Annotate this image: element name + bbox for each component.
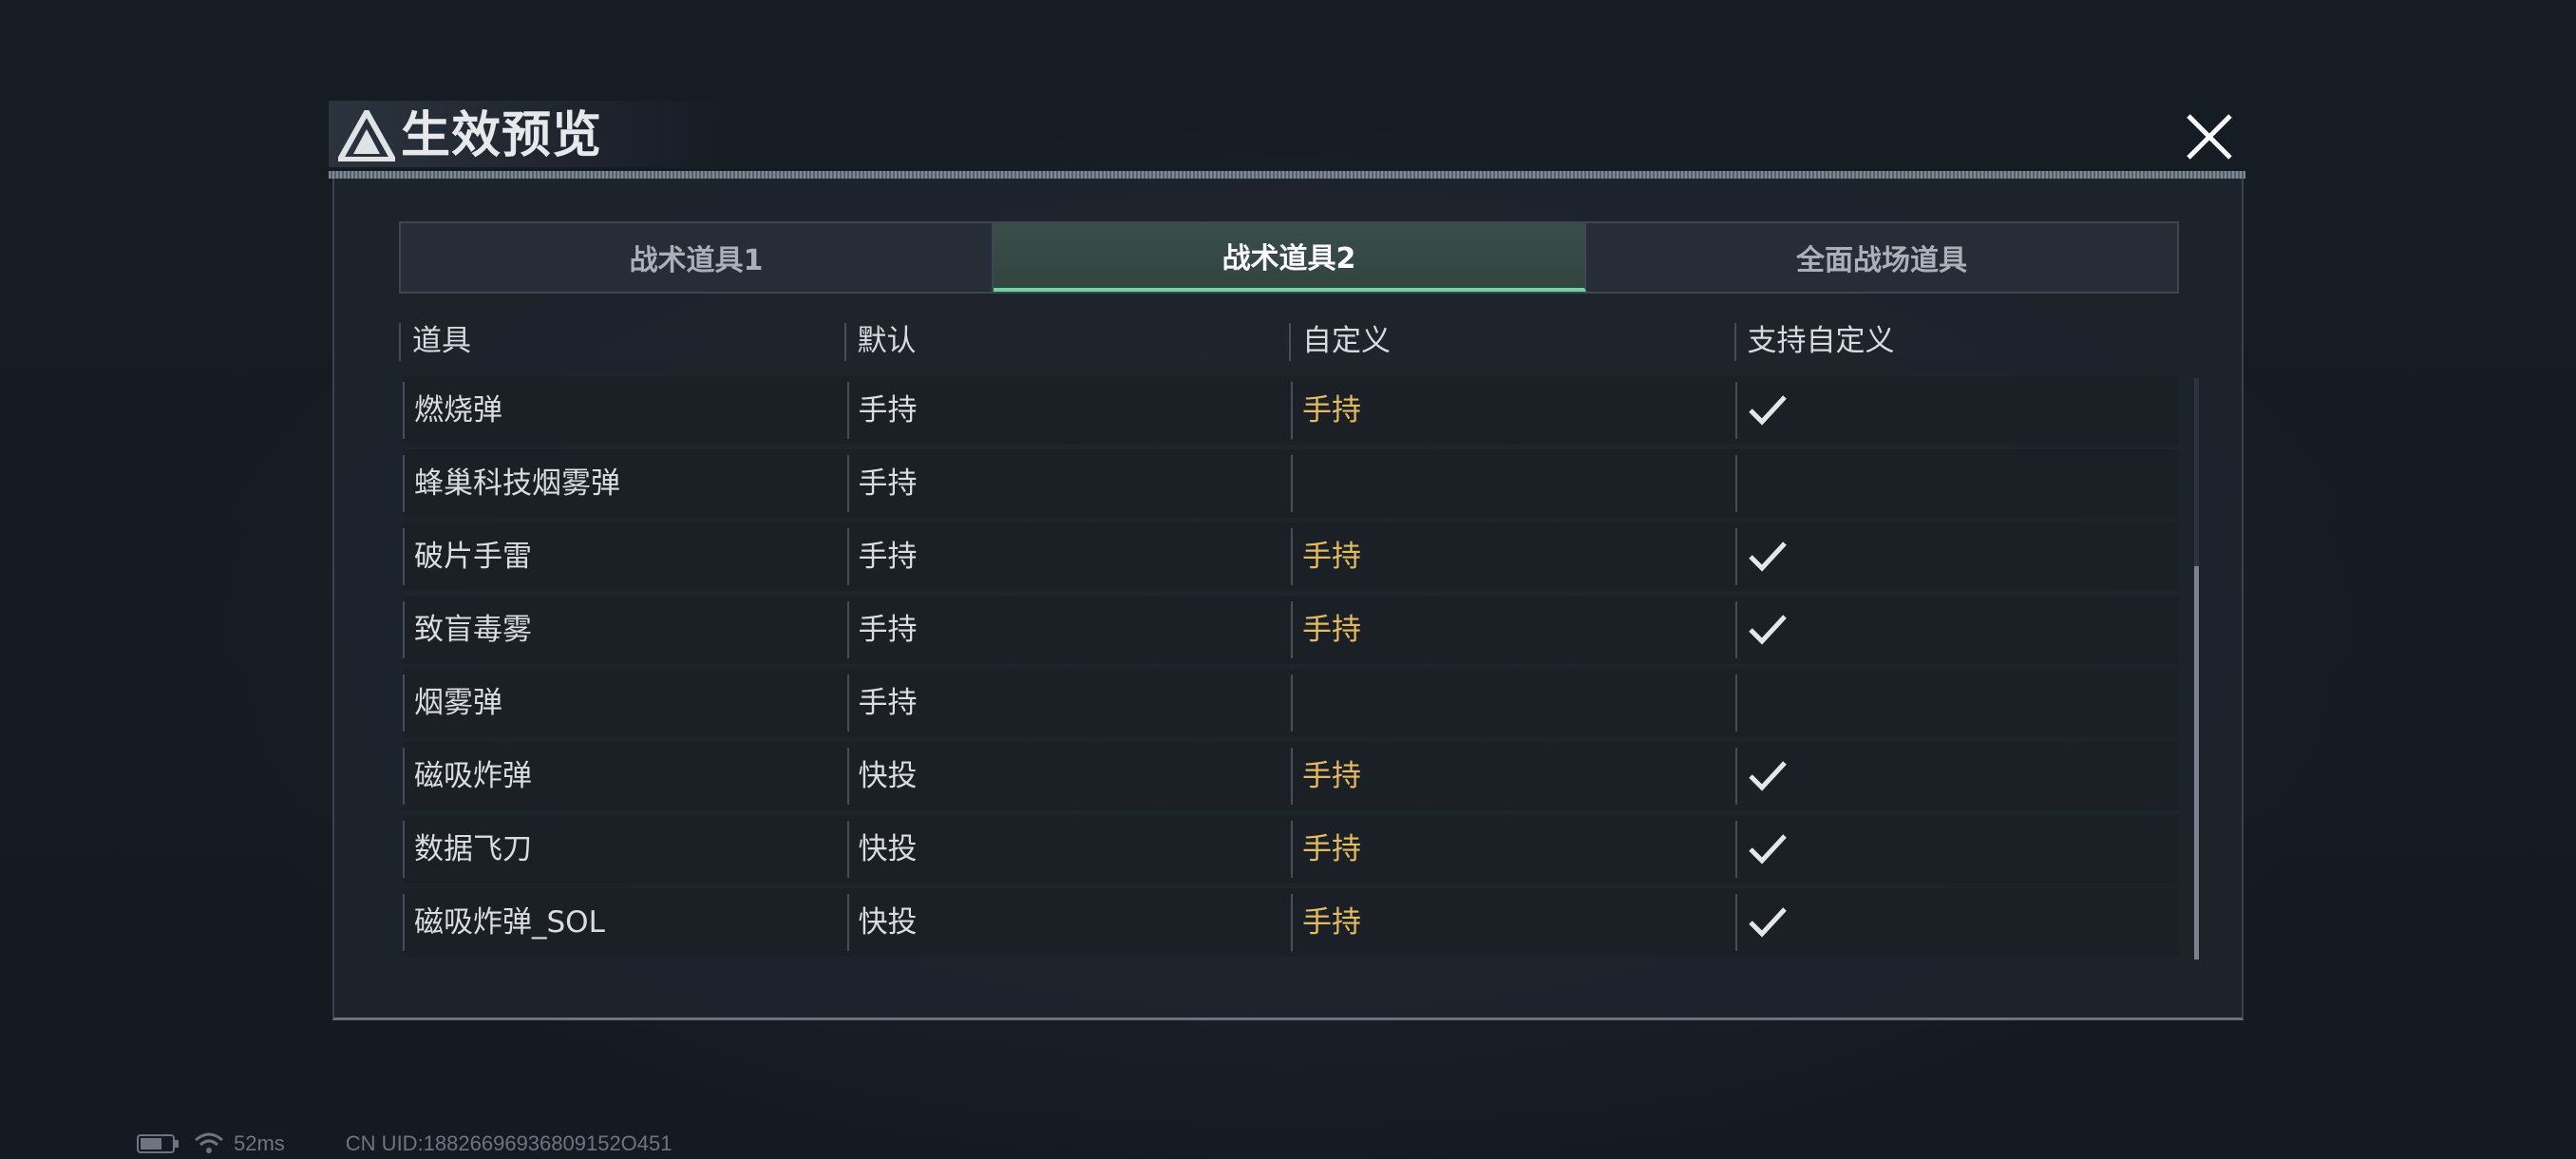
column-header-default: 默认 xyxy=(843,317,1290,367)
table-row: 磁吸炸弹 快投 手持 xyxy=(403,742,2179,810)
dialog-title: 生效预览 xyxy=(401,107,603,164)
cell-item-name: 磁吸炸弹 xyxy=(403,742,847,810)
screen: 生效预览 战术道具1 战术道具2 全面战场道具 道具 默认 自定义 支持自定义 … xyxy=(0,0,2576,1159)
tab-battlefield-items[interactable]: 全面战场道具 xyxy=(1586,223,2177,292)
check-icon xyxy=(1748,906,1787,938)
cell-custom: 手持 xyxy=(1291,596,1735,664)
cell-default: 快投 xyxy=(846,742,1292,810)
cell-item-name: 燃烧弹 xyxy=(403,376,847,445)
latency-text: 52ms xyxy=(234,1131,285,1155)
check-icon xyxy=(1748,833,1787,864)
table-row: 蜂巢科技烟雾弹 手持 xyxy=(403,449,2179,518)
cell-default: 手持 xyxy=(846,449,1292,518)
cell-item-name: 致盲毒雾 xyxy=(403,596,847,664)
close-button[interactable] xyxy=(2179,106,2240,167)
check-icon xyxy=(1748,394,1787,426)
cell-supported xyxy=(1734,888,2180,957)
cell-default: 手持 xyxy=(846,376,1292,445)
scrollbar-thumb[interactable] xyxy=(2194,566,2199,960)
dialog-header: 生效预览 xyxy=(329,97,2245,179)
cell-supported xyxy=(1734,815,2180,884)
table-row: 破片手雷 手持 手持 xyxy=(403,522,2179,591)
check-icon xyxy=(1748,760,1787,791)
cell-default: 快投 xyxy=(846,888,1292,957)
cell-custom: 手持 xyxy=(1291,376,1735,445)
column-header-custom: 自定义 xyxy=(1289,317,1734,367)
cell-custom xyxy=(1291,669,1735,737)
column-header-supported: 支持自定义 xyxy=(1733,317,2180,367)
wifi-icon xyxy=(195,1132,223,1153)
uid-text: CN UID:18826696936809152O451 xyxy=(345,1131,672,1155)
cell-default: 手持 xyxy=(846,669,1292,737)
close-icon xyxy=(2187,114,2232,160)
cell-custom: 手持 xyxy=(1291,522,1735,591)
tab-tactical-item-1[interactable]: 战术道具1 xyxy=(401,223,994,292)
cell-item-name: 烟雾弹 xyxy=(403,669,847,737)
tab-bar: 战术道具1 战术道具2 全面战场道具 xyxy=(399,221,2179,294)
cell-custom: 手持 xyxy=(1291,742,1735,810)
cell-supported xyxy=(1734,376,2180,445)
cell-supported xyxy=(1734,596,2180,664)
column-header-item: 道具 xyxy=(399,317,844,367)
check-icon xyxy=(1748,614,1787,645)
cell-default: 手持 xyxy=(846,522,1292,591)
cell-default: 快投 xyxy=(846,815,1292,884)
table-body: 燃烧弹 手持 手持 蜂巢科技烟雾弹 手持 破片手雷 手持 手持 致盲毒雾 手持 手持 烟雾弹 手持 磁吸炸… xyxy=(403,376,2179,961)
cell-item-name: 破片手雷 xyxy=(403,522,847,591)
table-header: 道具 默认 自定义 支持自定义 xyxy=(399,317,2179,367)
triangle-logo-icon xyxy=(338,110,395,162)
cell-item-name: 磁吸炸弹_SOL xyxy=(403,888,847,957)
cell-supported xyxy=(1734,669,2180,737)
table-row: 数据飞刀 快投 手持 xyxy=(403,815,2179,884)
status-bar: 52ms CN UID:18826696936809152O451 xyxy=(137,1130,672,1157)
cell-supported xyxy=(1734,522,2180,591)
tab-tactical-item-2[interactable]: 战术道具2 xyxy=(994,223,1586,292)
cell-supported xyxy=(1734,742,2180,810)
table-row: 致盲毒雾 手持 手持 xyxy=(403,596,2179,664)
cell-item-name: 蜂巢科技烟雾弹 xyxy=(403,449,847,518)
battery-icon xyxy=(137,1134,179,1153)
check-icon xyxy=(1748,541,1787,572)
cell-custom xyxy=(1291,449,1735,518)
cell-supported xyxy=(1734,449,2180,518)
cell-custom: 手持 xyxy=(1291,815,1735,884)
table-row: 磁吸炸弹_SOL 快投 手持 xyxy=(403,888,2179,957)
cell-custom: 手持 xyxy=(1291,888,1735,957)
table-row: 燃烧弹 手持 手持 xyxy=(403,376,2179,445)
table-row: 烟雾弹 手持 xyxy=(403,669,2179,737)
cell-item-name: 数据飞刀 xyxy=(403,815,847,884)
cell-default: 手持 xyxy=(846,596,1292,664)
header-divider xyxy=(329,171,2245,179)
